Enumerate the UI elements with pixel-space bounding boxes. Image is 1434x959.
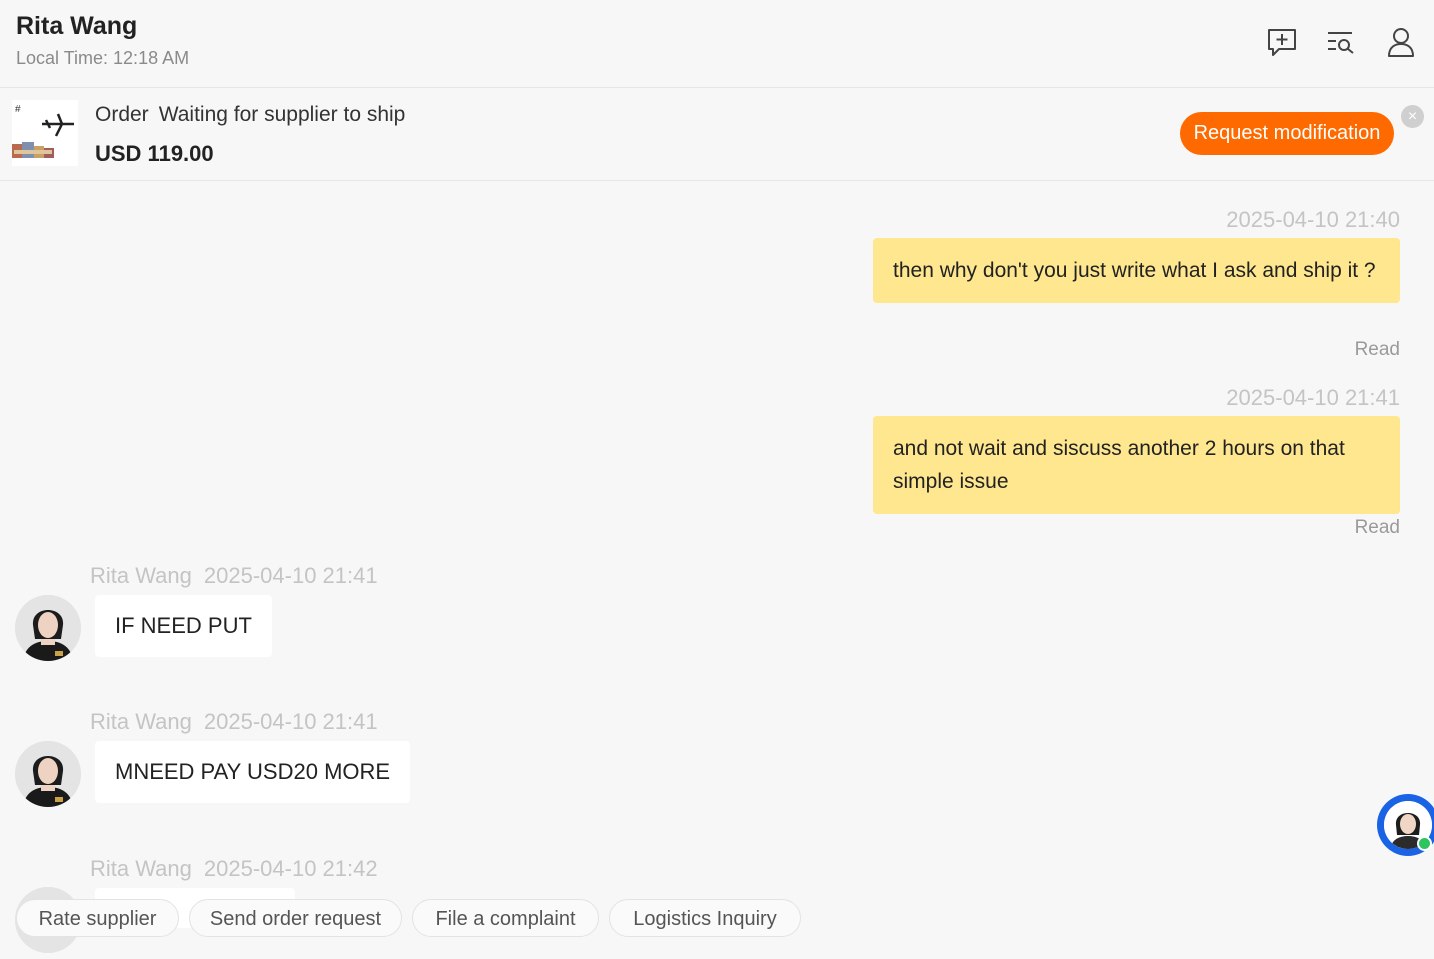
incoming-message-meta: Rita Wang 2025-04-10 21:42 (90, 856, 390, 882)
message-timestamp: 2025-04-10 21:41 (203, 709, 378, 734)
incoming-message-meta: Rita Wang 2025-04-10 21:41 (90, 709, 390, 735)
add-message-icon[interactable] (1265, 25, 1299, 59)
order-price: USD 119.00 (95, 141, 214, 166)
message-timestamp: 2025-04-10 21:41 (1226, 385, 1400, 410)
message-timestamp: 2025-04-10 21:41 (203, 563, 378, 588)
read-receipt: Read (1354, 339, 1400, 360)
order-product-thumbnail[interactable]: # (12, 100, 78, 166)
message-timestamp: 2025-04-10 21:42 (203, 856, 378, 881)
quick-actions-bar: Rate supplier Send order request File a … (0, 894, 1434, 944)
incoming-message-meta: Rita Wang 2025-04-10 21:41 (90, 563, 390, 589)
online-status-dot (1417, 836, 1432, 851)
request-modification-button[interactable]: Request modification (1180, 112, 1394, 155)
send-order-request-button[interactable]: Send order request (189, 899, 402, 937)
svg-text:#: # (15, 104, 21, 115)
chat-header: Rita Wang Local Time: 12:18 AM (0, 0, 1434, 88)
close-icon[interactable]: × (1401, 105, 1424, 128)
rate-supplier-button[interactable]: Rate supplier (16, 899, 179, 937)
incoming-message-bubble[interactable]: IF NEED PUT (95, 595, 272, 657)
avatar[interactable] (15, 741, 81, 807)
incoming-message-bubble[interactable]: MNEED PAY USD20 MORE (95, 741, 411, 803)
logistics-inquiry-button[interactable]: Logistics Inquiry (609, 899, 801, 937)
chat-window: Rita Wang Local Time: 12:18 AM # Order W… (0, 0, 1434, 959)
order-label: Order (95, 103, 149, 126)
avatar[interactable] (15, 595, 81, 661)
order-status-line: Order Waiting for supplier to ship (95, 103, 415, 127)
profile-icon[interactable] (1384, 25, 1418, 59)
order-status: Waiting for supplier to ship (158, 103, 406, 126)
search-list-icon[interactable] (1324, 25, 1358, 59)
sender-name: Rita Wang (90, 856, 192, 881)
file-complaint-button[interactable]: File a complaint (412, 899, 599, 937)
sender-name: Rita Wang (90, 563, 192, 588)
read-receipt: Read (1354, 517, 1400, 538)
sender-name: Rita Wang (90, 709, 192, 734)
contact-name[interactable]: Rita Wang (16, 12, 137, 41)
outgoing-message-bubble[interactable]: and not wait and siscuss another 2 hours… (873, 416, 1400, 514)
outgoing-message-bubble[interactable]: then why don't you just write what I ask… (873, 238, 1400, 303)
message-timestamp: 2025-04-10 21:40 (1226, 207, 1400, 232)
local-time: Local Time: 12:18 AM (16, 48, 190, 68)
